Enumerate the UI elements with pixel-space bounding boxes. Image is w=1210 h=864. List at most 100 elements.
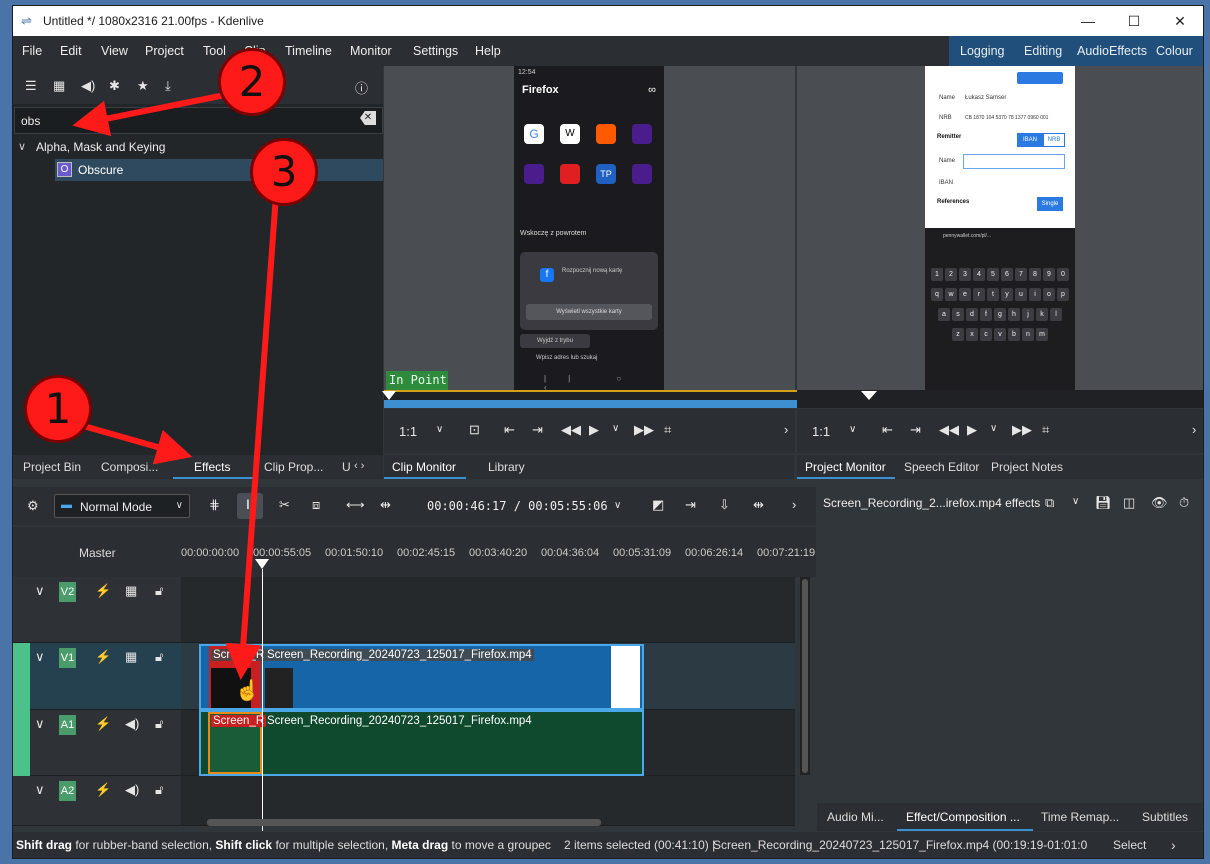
layout-audio[interactable]: Audio	[1077, 44, 1109, 58]
track-header-a1[interactable]: ∨ A1 ⚡ ◀) 🔓︎	[13, 710, 181, 776]
audio-icon[interactable]: ◀)	[81, 78, 95, 94]
menu-help[interactable]: Help	[475, 44, 501, 58]
more-chevron-icon[interactable]: ›	[792, 497, 796, 512]
track-lane-v2[interactable]	[181, 577, 795, 643]
crop-icon[interactable]: ⌗	[1042, 422, 1049, 438]
more-chevron-icon[interactable]: ›	[1192, 422, 1196, 437]
eye-icon[interactable]: 👁︎	[1151, 495, 1168, 511]
menu-file[interactable]: File	[22, 44, 42, 58]
vscroll-thumb[interactable]	[802, 579, 808, 773]
film-icon[interactable]: ▦	[125, 649, 137, 665]
timeline-vscroll[interactable]	[800, 577, 810, 775]
tab-undo[interactable]: U	[342, 460, 351, 474]
tab-subtitles[interactable]: Subtitles	[1142, 810, 1188, 824]
tool-indicator[interactable]: Select	[1113, 838, 1146, 852]
video-clip[interactable]: Screen_R Screen_Recording_20240723_12501…	[199, 644, 644, 710]
track-collapse-chevron-icon[interactable]: ∨	[35, 583, 45, 599]
clip-monitor-view[interactable]: 12:54 Firefox ∞ G W TP Wskoczę z powrote…	[384, 66, 795, 394]
speaker-icon[interactable]: ◀)	[125, 782, 139, 798]
lock-icon[interactable]: 🔓︎	[155, 716, 163, 732]
rewind-icon[interactable]: ◀◀	[939, 422, 959, 438]
project-monitor-ruler[interactable]	[797, 390, 1203, 408]
set-out-icon[interactable]: ⇥	[532, 422, 543, 438]
timeline-ruler[interactable]: 00:00:00:00 00:00:55:05 00:01:50:10 00:0…	[181, 527, 816, 577]
effect-category[interactable]: ∨ Alpha, Mask and Keying	[14, 137, 383, 158]
select-tool-button[interactable]: I	[237, 493, 263, 519]
clear-search-icon[interactable]: ✕	[360, 111, 376, 125]
favorite-star-icon[interactable]: ★	[137, 78, 149, 94]
menu-monitor[interactable]: Monitor	[350, 44, 392, 58]
extract-icon[interactable]: ⇹	[753, 497, 764, 513]
effects-wand-icon[interactable]: ⚡	[95, 649, 111, 665]
chevron-down-icon[interactable]: ∨	[18, 140, 26, 153]
tab-project-monitor[interactable]: Project Monitor	[805, 460, 886, 474]
set-out-icon[interactable]: ⇥	[910, 422, 921, 438]
scroll-tabs-icon[interactable]: ‹ ›	[354, 460, 364, 472]
tab-speech-editor[interactable]: Speech Editor	[904, 460, 979, 474]
film-icon[interactable]: ▦	[53, 78, 65, 94]
clip-monitor-ruler[interactable]	[382, 390, 798, 408]
tab-clip-properties[interactable]: Clip Prop...	[264, 460, 323, 474]
forward-icon[interactable]: ▶▶	[634, 422, 654, 438]
play-options-chevron-icon[interactable]: ∨	[612, 423, 619, 434]
tab-compositions[interactable]: Composi...	[101, 460, 158, 474]
menu-project[interactable]: Project	[145, 44, 184, 58]
set-in-icon[interactable]: ⇤	[882, 422, 893, 438]
insert-icon[interactable]: ⇥	[685, 497, 696, 513]
effect-item-obscure[interactable]: O Obscure	[55, 159, 383, 181]
forward-icon[interactable]: ▶▶	[1012, 422, 1032, 438]
timeline-playhead-icon[interactable]	[255, 559, 269, 569]
effects-search-input[interactable]: obs ✕	[14, 107, 383, 134]
film-icon[interactable]: ▦	[125, 583, 137, 599]
timer-icon[interactable]: ⏱︎	[1179, 495, 1189, 511]
lock-icon[interactable]: 🔓︎	[155, 649, 163, 665]
menu-edit[interactable]: Edit	[60, 44, 82, 58]
track-collapse-chevron-icon[interactable]: ∨	[35, 782, 45, 798]
slip-icon[interactable]: ⇹	[380, 497, 391, 513]
save-icon[interactable]: 💾︎	[1095, 495, 1112, 511]
tab-clip-monitor[interactable]: Clip Monitor	[392, 460, 456, 474]
spacer-icon[interactable]: ⧈	[312, 497, 320, 513]
effects-wand-icon[interactable]: ⚡	[95, 583, 111, 599]
track-collapse-chevron-icon[interactable]: ∨	[35, 649, 45, 665]
list-icon[interactable]: ☰	[25, 78, 37, 94]
custom-effects-icon[interactable]: ✱	[109, 78, 120, 94]
effects-wand-icon[interactable]: ⚡	[95, 782, 111, 798]
play-icon[interactable]: ▶	[967, 422, 977, 438]
edit-mode-select[interactable]: ▬ Normal Mode ∨	[54, 494, 190, 518]
menu-settings[interactable]: Settings	[413, 44, 458, 58]
maximize-button[interactable]: ☐	[1111, 6, 1157, 36]
razor-icon[interactable]: ✂	[279, 497, 290, 513]
audio-clip[interactable]: Screen_R Screen_Recording_20240723_12501…	[199, 710, 644, 776]
master-label[interactable]: Master	[79, 546, 116, 560]
layout-colour[interactable]: Colour	[1156, 44, 1193, 58]
project-playhead-icon[interactable]	[861, 391, 877, 400]
chevron-down-icon[interactable]: ∨	[436, 424, 443, 435]
layout-logging[interactable]: Logging	[960, 44, 1005, 58]
tab-project-bin[interactable]: Project Bin	[23, 460, 81, 474]
split-icon[interactable]: ◫	[1123, 495, 1135, 511]
playhead-marker-icon[interactable]	[382, 391, 396, 400]
status-more-chevron-icon[interactable]: ›	[1171, 837, 1176, 853]
compare-icon[interactable]: ⧉	[1045, 495, 1054, 511]
menu-timeline[interactable]: Timeline	[285, 44, 332, 58]
track-header-a2[interactable]: ∨ A2 ⚡ ◀) 🔓︎	[13, 776, 181, 826]
project-monitor-view[interactable]: Name Łukasz Samser NRB CB 1870 104 5370 …	[797, 66, 1203, 394]
timeline-hscroll-thumb[interactable]	[207, 819, 601, 826]
track-header-v1[interactable]: ∨ V1 ⚡ ▦ 🔓︎	[13, 643, 181, 710]
tab-effects[interactable]: Effects	[194, 460, 230, 474]
menu-view[interactable]: View	[101, 44, 128, 58]
play-options-chevron-icon[interactable]: ∨	[990, 423, 997, 434]
multitrack-icon[interactable]: ⋕	[209, 497, 220, 513]
download-icon[interactable]: ⤓	[165, 78, 171, 94]
ripple-icon[interactable]: ⟷	[346, 497, 365, 513]
chevron-down-icon[interactable]: ∨	[1072, 496, 1079, 507]
minimize-button[interactable]: —	[1065, 6, 1111, 36]
layout-editing[interactable]: Editing	[1024, 44, 1062, 58]
lock-icon[interactable]: 🔓︎	[155, 583, 163, 599]
composite-icon[interactable]: ◩	[652, 497, 664, 513]
crop-icon[interactable]: ⌗	[664, 422, 671, 438]
project-zoom-select[interactable]: 1:1	[812, 424, 830, 439]
play-icon[interactable]: ▶	[589, 422, 599, 438]
layout-effects[interactable]: Effects	[1109, 44, 1147, 58]
